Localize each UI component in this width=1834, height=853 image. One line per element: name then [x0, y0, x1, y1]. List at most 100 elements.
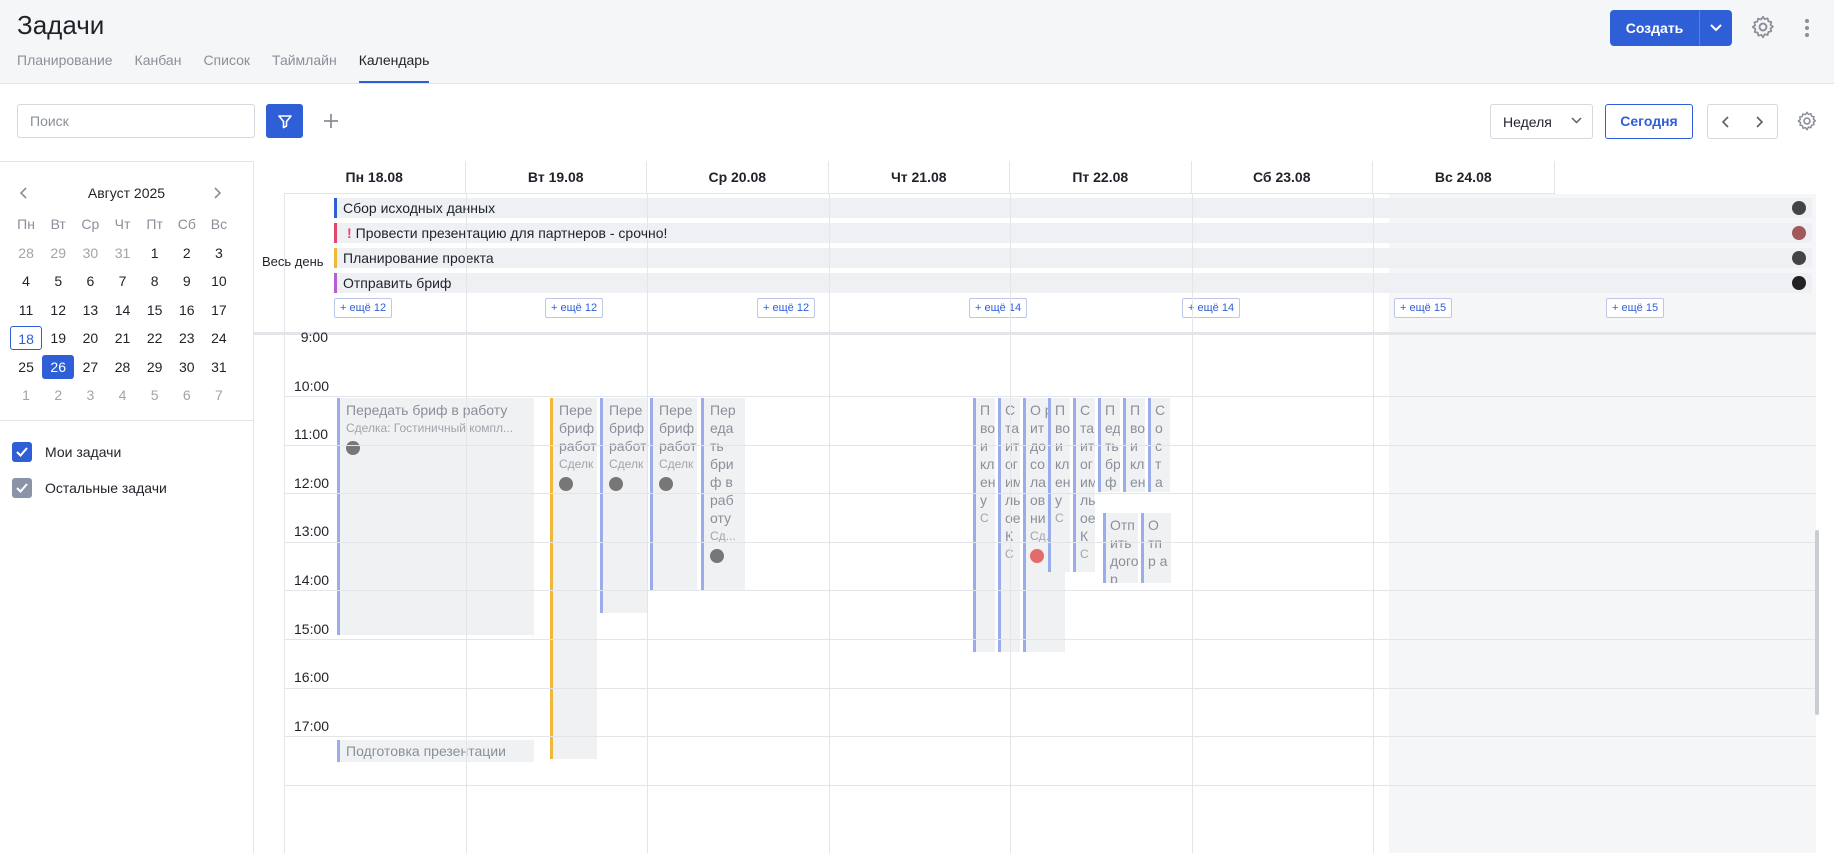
event-card[interactable]: Пере бриф работ Сделк	[600, 398, 647, 613]
scrollbar[interactable]	[1815, 530, 1819, 715]
calendar-day[interactable]: 7	[203, 383, 235, 407]
day-header[interactable]: Пт 22.08	[1010, 161, 1192, 194]
gear-icon[interactable]	[1750, 14, 1776, 40]
hour-line	[284, 396, 1816, 397]
column-divider	[1010, 194, 1011, 853]
calendar-day[interactable]: 15	[139, 298, 171, 322]
avatar	[1792, 276, 1806, 290]
calendar-day[interactable]: 7	[106, 269, 138, 293]
calendar-day[interactable]: 10	[203, 269, 235, 293]
calendar-settings-icon[interactable]	[1796, 110, 1818, 132]
calendar-day[interactable]: 2	[171, 241, 203, 265]
more-events-link[interactable]: + ещё 12	[545, 298, 604, 318]
calendar-day[interactable]: 11	[10, 298, 42, 322]
calendar-day[interactable]: 9	[171, 269, 203, 293]
search-input[interactable]	[17, 104, 255, 138]
event-card[interactable]: Передать бриф в работу Сделка: Гостиничны…	[337, 398, 534, 635]
create-button[interactable]: Создать	[1610, 10, 1732, 46]
tab-planning[interactable]: Планирование	[17, 52, 113, 83]
more-events-link[interactable]: + ещё 15	[1394, 298, 1453, 318]
calendar-day[interactable]: 23	[171, 326, 203, 350]
view-select[interactable]: Неделя	[1490, 104, 1593, 139]
more-events-link[interactable]: + ещё 12	[757, 298, 816, 318]
calendar-day[interactable]: 8	[139, 269, 171, 293]
all-day-event[interactable]: Планирование проекта	[334, 248, 1812, 268]
calendar-day[interactable]: 4	[10, 269, 42, 293]
checkbox-other-tasks[interactable]	[12, 478, 32, 498]
calendar-day[interactable]: 4	[106, 383, 138, 407]
event-card[interactable]: П во и кл ен уС	[1048, 398, 1070, 572]
day-header[interactable]: Вт 19.08	[465, 161, 647, 194]
calendar-day[interactable]: 30	[74, 241, 106, 265]
calendar-day[interactable]: 26	[42, 354, 75, 379]
calendar-day[interactable]: 24	[203, 326, 235, 350]
chevron-down-icon[interactable]	[1700, 10, 1732, 46]
calendar-day[interactable]: 3	[203, 241, 235, 265]
tab-calendar[interactable]: Календарь	[358, 52, 430, 83]
divider	[0, 420, 253, 421]
chevron-left-icon[interactable]	[1708, 105, 1743, 138]
calendar-day[interactable]: 1	[139, 241, 171, 265]
calendar-day[interactable]: 29	[139, 355, 171, 379]
add-icon[interactable]	[318, 108, 344, 134]
calendar-day[interactable]: 20	[74, 326, 106, 350]
calendar-day[interactable]: 2	[42, 383, 74, 407]
event-card[interactable]: Подготовка презентации	[337, 740, 534, 762]
calendar-day[interactable]: 12	[42, 298, 74, 322]
day-header[interactable]: Чт 21.08	[828, 161, 1010, 194]
event-card[interactable]: О тп р а	[1141, 513, 1171, 583]
column-divider	[647, 194, 648, 853]
calendar-day[interactable]: 31	[106, 241, 138, 265]
week-calendar: Весь день Сбор исходных данных ! Провести…	[253, 161, 1834, 853]
event-card[interactable]: С та ит ог им ль ое КС	[998, 398, 1020, 652]
calendar-day[interactable]: 27	[74, 355, 106, 379]
day-header[interactable]: Пн 18.08	[284, 161, 466, 194]
all-day-event-urgent[interactable]: ! Провести презентацию для партнеров - ср…	[334, 223, 1812, 243]
event-card[interactable]: Пере бриф работ Сделк	[550, 398, 597, 759]
checkbox-my-tasks[interactable]	[12, 442, 32, 462]
more-events-link[interactable]: + ещё 15	[1606, 298, 1665, 318]
calendar-day[interactable]: 1	[10, 383, 42, 407]
calendar-day[interactable]: 17	[203, 298, 235, 322]
my-tasks-label: Мои задачи	[45, 444, 122, 460]
calendar-day[interactable]: 14	[106, 298, 138, 322]
day-header[interactable]: Вс 24.08	[1373, 161, 1555, 194]
all-day-event[interactable]: Отправить бриф	[334, 273, 1812, 293]
tab-kanban[interactable]: Канбан	[135, 52, 182, 83]
calendar-day[interactable]: 28	[10, 241, 42, 265]
calendar-day[interactable]: 25	[10, 355, 42, 379]
tab-timeline[interactable]: Таймлайн	[272, 52, 337, 83]
create-button-label[interactable]: Создать	[1610, 10, 1700, 46]
event-card[interactable]: С та ит ог им льн ое КС	[1073, 398, 1095, 572]
calendar-day[interactable]: 6	[171, 383, 203, 407]
event-card[interactable]: П во и кл ен уС	[973, 398, 995, 652]
day-header[interactable]: Сб 23.08	[1191, 161, 1373, 194]
chevron-right-icon[interactable]	[214, 186, 222, 204]
calendar-day[interactable]: 5	[42, 269, 74, 293]
calendar-day[interactable]: 3	[74, 383, 106, 407]
calendar-day[interactable]: 21	[106, 326, 138, 350]
today-button[interactable]: Сегодня	[1605, 104, 1693, 139]
calendar-day[interactable]: 19	[42, 326, 74, 350]
calendar-day[interactable]: 6	[74, 269, 106, 293]
calendar-day[interactable]: 30	[171, 355, 203, 379]
day-header[interactable]: Ср 20.08	[647, 161, 829, 194]
chevron-right-icon[interactable]	[1743, 105, 1778, 138]
calendar-day[interactable]: 5	[139, 383, 171, 407]
calendar-day[interactable]: 22	[139, 326, 171, 350]
calendar-day[interactable]: 29	[42, 241, 74, 265]
filter-button[interactable]	[266, 104, 303, 138]
all-day-event[interactable]: Сбор исходных данных	[334, 198, 1812, 218]
tab-list[interactable]: Список	[203, 52, 250, 83]
calendar-day[interactable]: 18	[10, 326, 43, 351]
avatar	[1792, 251, 1806, 265]
event-card[interactable]: Отп ить дого р на	[1103, 513, 1138, 583]
calendar-day[interactable]: 13	[74, 298, 106, 322]
more-events-link[interactable]: + ещё 14	[969, 298, 1028, 318]
hour-line	[284, 784, 1816, 786]
calendar-day[interactable]: 16	[171, 298, 203, 322]
calendar-day[interactable]: 28	[106, 355, 138, 379]
calendar-day[interactable]: 31	[203, 355, 235, 379]
more-events-link[interactable]: + ещё 12	[334, 298, 393, 318]
more-vertical-icon[interactable]	[1800, 16, 1814, 40]
